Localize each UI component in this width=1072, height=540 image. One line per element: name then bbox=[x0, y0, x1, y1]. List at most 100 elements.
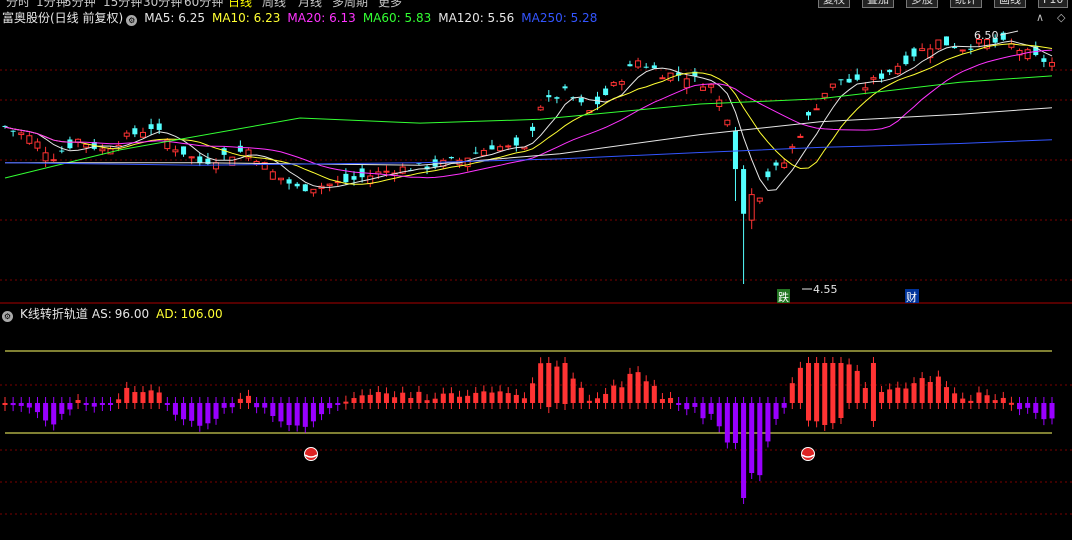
candle[interactable] bbox=[618, 79, 625, 91]
candle[interactable] bbox=[10, 130, 16, 137]
toolbar-button-4[interactable]: 画线 bbox=[994, 0, 1026, 8]
candle[interactable] bbox=[229, 156, 236, 166]
toolbar-button-2[interactable]: 多股 bbox=[906, 0, 938, 8]
candle[interactable] bbox=[813, 103, 820, 111]
candle[interactable] bbox=[870, 75, 877, 85]
candle[interactable] bbox=[107, 146, 114, 155]
candle[interactable] bbox=[480, 147, 487, 156]
candle[interactable] bbox=[894, 62, 901, 76]
toolbar-button-0[interactable]: 复权 bbox=[818, 0, 850, 8]
candle[interactable] bbox=[513, 135, 519, 152]
candle[interactable] bbox=[318, 182, 325, 195]
candle[interactable] bbox=[1041, 54, 1047, 68]
period-tab-3[interactable]: 15分钟 bbox=[103, 0, 142, 8]
candle[interactable] bbox=[562, 84, 568, 91]
period-tab-1[interactable]: 1分钟 bbox=[36, 0, 68, 8]
candle[interactable] bbox=[1048, 57, 1056, 71]
period-tab-2[interactable]: 5分钟 bbox=[64, 0, 96, 8]
candle[interactable] bbox=[132, 125, 138, 138]
candle[interactable] bbox=[643, 63, 649, 69]
candle[interactable] bbox=[610, 81, 617, 87]
toolbar-button-5[interactable]: F10 bbox=[1038, 0, 1069, 8]
candle[interactable] bbox=[943, 36, 950, 46]
candle[interactable] bbox=[651, 62, 657, 69]
candle[interactable] bbox=[959, 49, 966, 54]
candle[interactable] bbox=[887, 69, 893, 75]
candle[interactable] bbox=[756, 197, 763, 204]
candle[interactable] bbox=[237, 140, 243, 153]
candle[interactable] bbox=[34, 138, 41, 152]
candle[interactable] bbox=[838, 79, 844, 86]
candle[interactable] bbox=[683, 73, 690, 95]
candle[interactable] bbox=[927, 44, 934, 64]
candle[interactable] bbox=[139, 127, 146, 139]
candle[interactable] bbox=[862, 82, 869, 95]
period-tab-5[interactable]: 60分钟 bbox=[184, 0, 223, 8]
candle[interactable] bbox=[846, 73, 852, 83]
candle[interactable] bbox=[805, 110, 812, 121]
candle[interactable] bbox=[123, 130, 130, 140]
candle[interactable] bbox=[2, 125, 8, 129]
candle[interactable] bbox=[903, 51, 909, 66]
candle[interactable] bbox=[530, 123, 536, 138]
candle[interactable] bbox=[724, 119, 731, 127]
candle[interactable] bbox=[773, 160, 779, 171]
toolbar-button-3[interactable]: 统计 bbox=[950, 0, 982, 8]
period-tab-6[interactable]: 日线 bbox=[228, 0, 252, 8]
toolbar-button-1[interactable]: 叠加 bbox=[862, 0, 894, 8]
period-tab-0[interactable]: 分时 bbox=[6, 0, 30, 8]
candle[interactable] bbox=[42, 146, 49, 168]
candle[interactable] bbox=[181, 146, 187, 157]
candle[interactable] bbox=[261, 161, 268, 170]
candle[interactable] bbox=[67, 136, 73, 150]
period-tab-8[interactable]: 月线 bbox=[298, 0, 322, 8]
candle[interactable] bbox=[765, 168, 771, 181]
candle[interactable] bbox=[797, 133, 804, 138]
candle[interactable] bbox=[935, 39, 942, 50]
candle[interactable] bbox=[50, 153, 57, 162]
candle[interactable] bbox=[603, 85, 609, 96]
candle[interactable] bbox=[911, 46, 917, 62]
candle[interactable] bbox=[748, 188, 755, 230]
candle[interactable] bbox=[18, 131, 25, 140]
candle[interactable] bbox=[829, 83, 836, 91]
candle[interactable] bbox=[148, 118, 154, 136]
candle[interactable] bbox=[473, 146, 479, 155]
candle[interactable] bbox=[197, 152, 203, 167]
candlestick-chart[interactable]: 6.50 4.55 跌 财 bbox=[0, 8, 1072, 304]
candle[interactable] bbox=[919, 43, 926, 52]
candle[interactable] bbox=[708, 83, 715, 94]
candle[interactable] bbox=[172, 145, 179, 157]
candle[interactable] bbox=[269, 169, 276, 180]
candle[interactable] bbox=[310, 188, 317, 197]
candle[interactable] bbox=[26, 132, 33, 145]
candle[interactable] bbox=[448, 156, 454, 160]
candle[interactable] bbox=[286, 177, 292, 190]
candle[interactable] bbox=[578, 94, 584, 106]
candle[interactable] bbox=[294, 182, 300, 189]
candle[interactable] bbox=[635, 57, 642, 69]
candle[interactable] bbox=[424, 165, 430, 175]
candle[interactable] bbox=[821, 92, 828, 101]
candle[interactable] bbox=[205, 152, 211, 166]
candle[interactable] bbox=[164, 138, 171, 151]
period-tab-4[interactable]: 30分钟 bbox=[143, 0, 182, 8]
candle[interactable] bbox=[537, 105, 544, 111]
k-line-turning-track-indicator[interactable] bbox=[0, 318, 1072, 540]
cai-marker[interactable]: 财 bbox=[905, 289, 919, 304]
candle[interactable] bbox=[1000, 31, 1006, 41]
candle[interactable] bbox=[732, 126, 738, 201]
candle[interactable] bbox=[221, 146, 227, 161]
candle[interactable] bbox=[1024, 47, 1031, 61]
period-tab-7[interactable]: 周线 bbox=[262, 0, 286, 8]
period-tab-9[interactable]: 多周期 bbox=[332, 0, 368, 8]
candle[interactable] bbox=[676, 66, 682, 82]
candle[interactable] bbox=[302, 183, 308, 192]
die-marker[interactable]: 跌 bbox=[777, 289, 790, 304]
candle[interactable] bbox=[245, 148, 252, 162]
candle[interactable] bbox=[659, 74, 666, 80]
candle[interactable] bbox=[489, 139, 495, 150]
period-tab-10[interactable]: 更多 bbox=[378, 0, 402, 8]
candle[interactable] bbox=[277, 177, 284, 185]
candle[interactable] bbox=[741, 165, 747, 284]
